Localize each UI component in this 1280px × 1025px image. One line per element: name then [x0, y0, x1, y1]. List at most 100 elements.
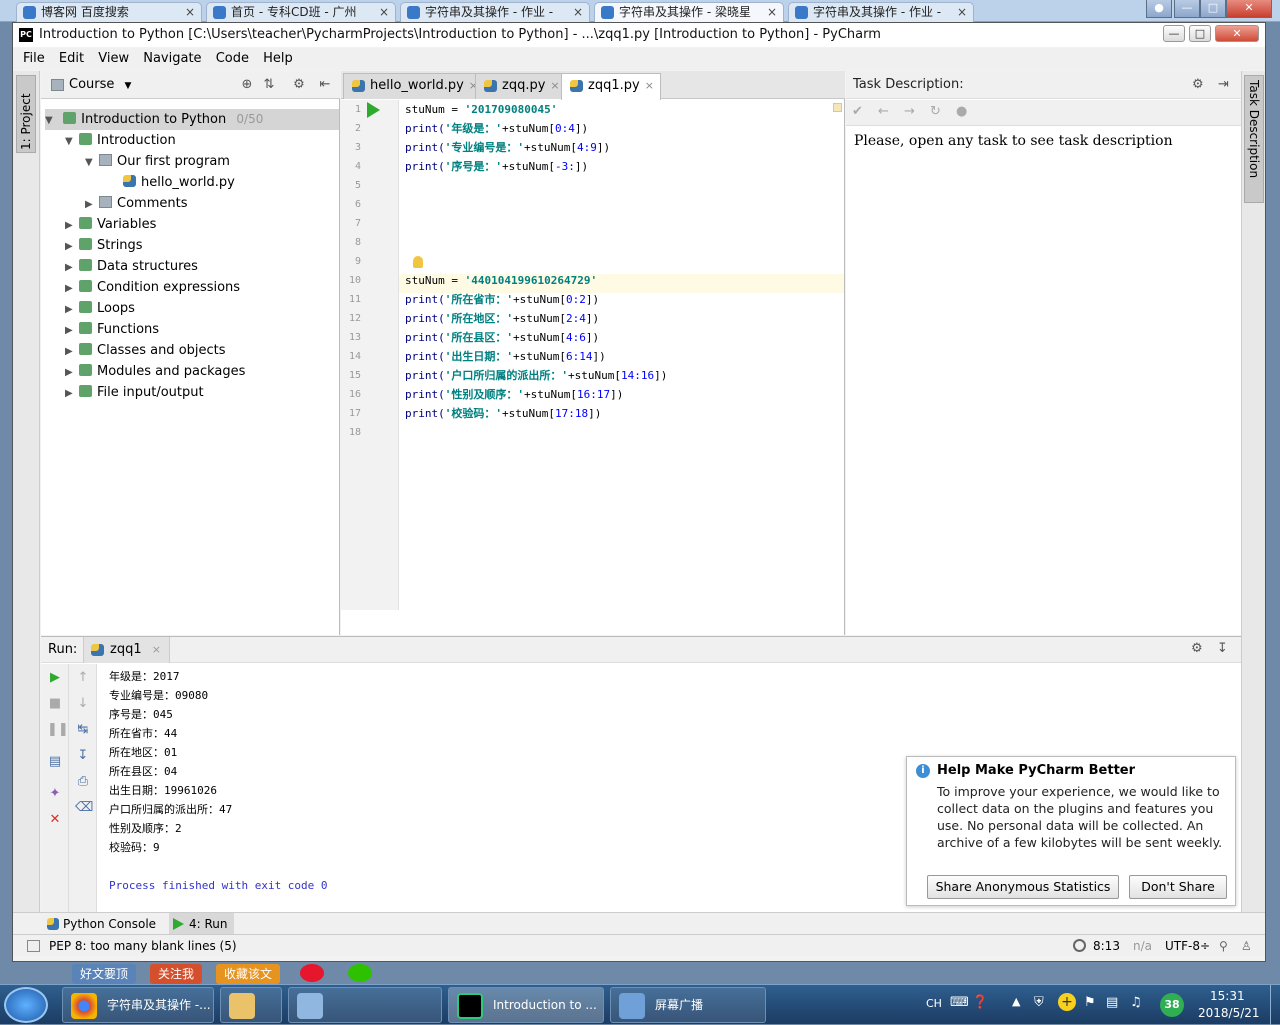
tree-item-introduction[interactable]: ▼ Introduction: [65, 130, 176, 151]
maximize-icon[interactable]: □: [1200, 0, 1226, 18]
tree-item-functions[interactable]: ▶ Functions: [65, 319, 159, 340]
tree-item-condition-expressions[interactable]: ▶ Condition expressions: [65, 277, 240, 298]
pin-icon[interactable]: ✦: [47, 786, 63, 802]
chevron-right-icon[interactable]: ▶: [65, 215, 79, 236]
menu-navigate[interactable]: Navigate: [143, 51, 201, 66]
browser-tab[interactable]: 字符串及其操作 - 作业 - ×: [788, 2, 974, 22]
project-view-selector[interactable]: Course: [69, 77, 114, 92]
gear-icon[interactable]: ⚙: [1191, 641, 1203, 656]
chevron-right-icon[interactable]: ▶: [65, 320, 79, 341]
up-icon[interactable]: ↑: [75, 670, 91, 686]
taskbar-chrome[interactable]: 字符串及其操作 -...: [62, 987, 214, 1023]
tree-root[interactable]: ▼ Introduction to Python 0/50: [45, 109, 339, 130]
clock-date[interactable]: 2018/5/21: [1198, 1006, 1260, 1020]
pause-icon[interactable]: ❚❚: [47, 722, 69, 738]
chevron-right-icon[interactable]: ▶: [65, 257, 79, 278]
close-icon[interactable]: ✕: [47, 812, 63, 828]
chevron-right-icon[interactable]: ▶: [65, 341, 79, 362]
lightbulb-icon[interactable]: [413, 256, 423, 268]
python-console-tab[interactable]: Python Console: [43, 913, 156, 935]
help-icon[interactable]: ❓: [972, 995, 988, 1010]
tree-item-data-structures[interactable]: ▶ Data structures: [65, 256, 198, 277]
line-separator[interactable]: n/a: [1133, 935, 1152, 957]
network-icon[interactable]: ▤: [1106, 995, 1118, 1010]
hector-icon[interactable]: ♙: [1241, 935, 1252, 957]
hide-panel-icon[interactable]: ⇥: [1218, 71, 1229, 99]
share-statistics-button[interactable]: Share Anonymous Statistics: [927, 875, 1119, 899]
taskbar-explorer[interactable]: [220, 987, 282, 1023]
follow-button[interactable]: 关注我: [150, 964, 203, 984]
down-icon[interactable]: ↓: [75, 696, 91, 712]
chevron-right-icon[interactable]: ▶: [65, 299, 79, 320]
minimize-icon[interactable]: —: [1174, 0, 1200, 18]
show-hidden-icons-icon[interactable]: ▲: [1012, 995, 1020, 1008]
security-badge[interactable]: 38: [1160, 993, 1184, 1017]
rerun-icon[interactable]: ▶: [47, 670, 63, 686]
recommend-button[interactable]: 好文要顶: [72, 964, 137, 984]
chevron-down-icon[interactable]: ▼: [65, 131, 79, 152]
tree-item-loops[interactable]: ▶ Loops: [65, 298, 135, 319]
menu-code[interactable]: Code: [216, 51, 249, 66]
input-language[interactable]: CH: [926, 997, 942, 1010]
soft-wrap-icon[interactable]: ↹: [75, 722, 91, 738]
editor-tab-zqq1[interactable]: zqq1.py ×: [561, 73, 661, 100]
menu-view[interactable]: View: [98, 51, 129, 66]
favorite-button[interactable]: 收藏该文: [216, 964, 281, 984]
chevron-right-icon[interactable]: ▶: [85, 194, 99, 215]
hide-panel-icon[interactable]: ↧: [1217, 641, 1228, 656]
close-icon[interactable]: ✕: [1215, 25, 1259, 42]
chevron-down-icon[interactable]: ▼: [125, 81, 132, 91]
close-icon[interactable]: ×: [152, 643, 161, 656]
minimize-icon[interactable]: —: [1163, 25, 1185, 42]
tree-item-strings[interactable]: ▶ Strings: [65, 235, 143, 256]
close-icon[interactable]: ×: [379, 3, 389, 21]
menu-help[interactable]: Help: [263, 51, 293, 66]
menu-file[interactable]: File: [23, 51, 45, 66]
browser-tab[interactable]: 首页 - 专科CD班 - 广州 ×: [206, 2, 396, 22]
trash-icon[interactable]: ⌫: [75, 800, 93, 816]
hint-icon[interactable]: ●: [956, 104, 967, 119]
tree-item-file-input-output[interactable]: ▶ File input/output: [65, 382, 204, 403]
chevron-right-icon[interactable]: ▶: [65, 236, 79, 257]
taskbar-app[interactable]: [288, 987, 442, 1023]
next-task-icon[interactable]: →: [904, 104, 915, 119]
user-icon[interactable]: ●: [1146, 0, 1172, 18]
browser-tab[interactable]: 字符串及其操作 - 作业 - ×: [400, 2, 590, 22]
close-icon[interactable]: ×: [645, 79, 654, 92]
run-tool-tab[interactable]: 4: Run: [169, 913, 234, 935]
close-icon[interactable]: ×: [550, 79, 559, 92]
flag-icon[interactable]: ⚑: [1084, 995, 1096, 1010]
chevron-right-icon[interactable]: ▶: [65, 383, 79, 404]
no-inspections-icon[interactable]: [1073, 939, 1086, 952]
wechat-icon[interactable]: [348, 964, 372, 982]
volume-icon[interactable]: ♫: [1130, 995, 1142, 1010]
weibo-icon[interactable]: [300, 964, 324, 982]
inspection-warning-icon[interactable]: [833, 103, 842, 112]
tree-item-comments[interactable]: ▶ Comments: [85, 193, 187, 214]
chevron-right-icon[interactable]: ▶: [65, 362, 79, 383]
refresh-task-icon[interactable]: ↻: [930, 104, 941, 119]
locate-icon[interactable]: ⊕: [240, 78, 254, 92]
editor-tab-zqq[interactable]: zqq.py ×: [475, 73, 567, 99]
close-icon[interactable]: ×: [573, 3, 583, 21]
show-desktop-button[interactable]: [1270, 985, 1280, 1025]
clock-time[interactable]: 15:31: [1210, 989, 1245, 1003]
shield-icon[interactable]: ⛨: [1034, 995, 1044, 1010]
previous-task-icon[interactable]: ←: [878, 104, 889, 119]
keyboard-icon[interactable]: ⌨: [950, 995, 969, 1010]
layout-icon[interactable]: ▤: [47, 754, 63, 770]
close-icon[interactable]: ×: [767, 3, 777, 21]
taskbar-pycharm[interactable]: Introduction to ...: [448, 987, 604, 1023]
close-icon[interactable]: ×: [185, 3, 195, 21]
tree-item-classes-and-objects[interactable]: ▶ Classes and objects: [65, 340, 226, 361]
gear-icon[interactable]: ⚙: [1192, 71, 1204, 99]
file-encoding[interactable]: UTF-8÷: [1165, 935, 1210, 957]
run-config-tab[interactable]: zqq1 ×: [83, 637, 170, 663]
chevron-right-icon[interactable]: ▶: [65, 278, 79, 299]
lock-icon[interactable]: ⚲: [1219, 935, 1228, 957]
chevron-down-icon[interactable]: ▼: [45, 110, 59, 131]
hide-panel-icon[interactable]: ⇤: [318, 78, 332, 92]
close-icon[interactable]: ×: [957, 3, 967, 21]
start-button[interactable]: [4, 987, 48, 1023]
caret-position[interactable]: 8:13: [1093, 935, 1120, 957]
